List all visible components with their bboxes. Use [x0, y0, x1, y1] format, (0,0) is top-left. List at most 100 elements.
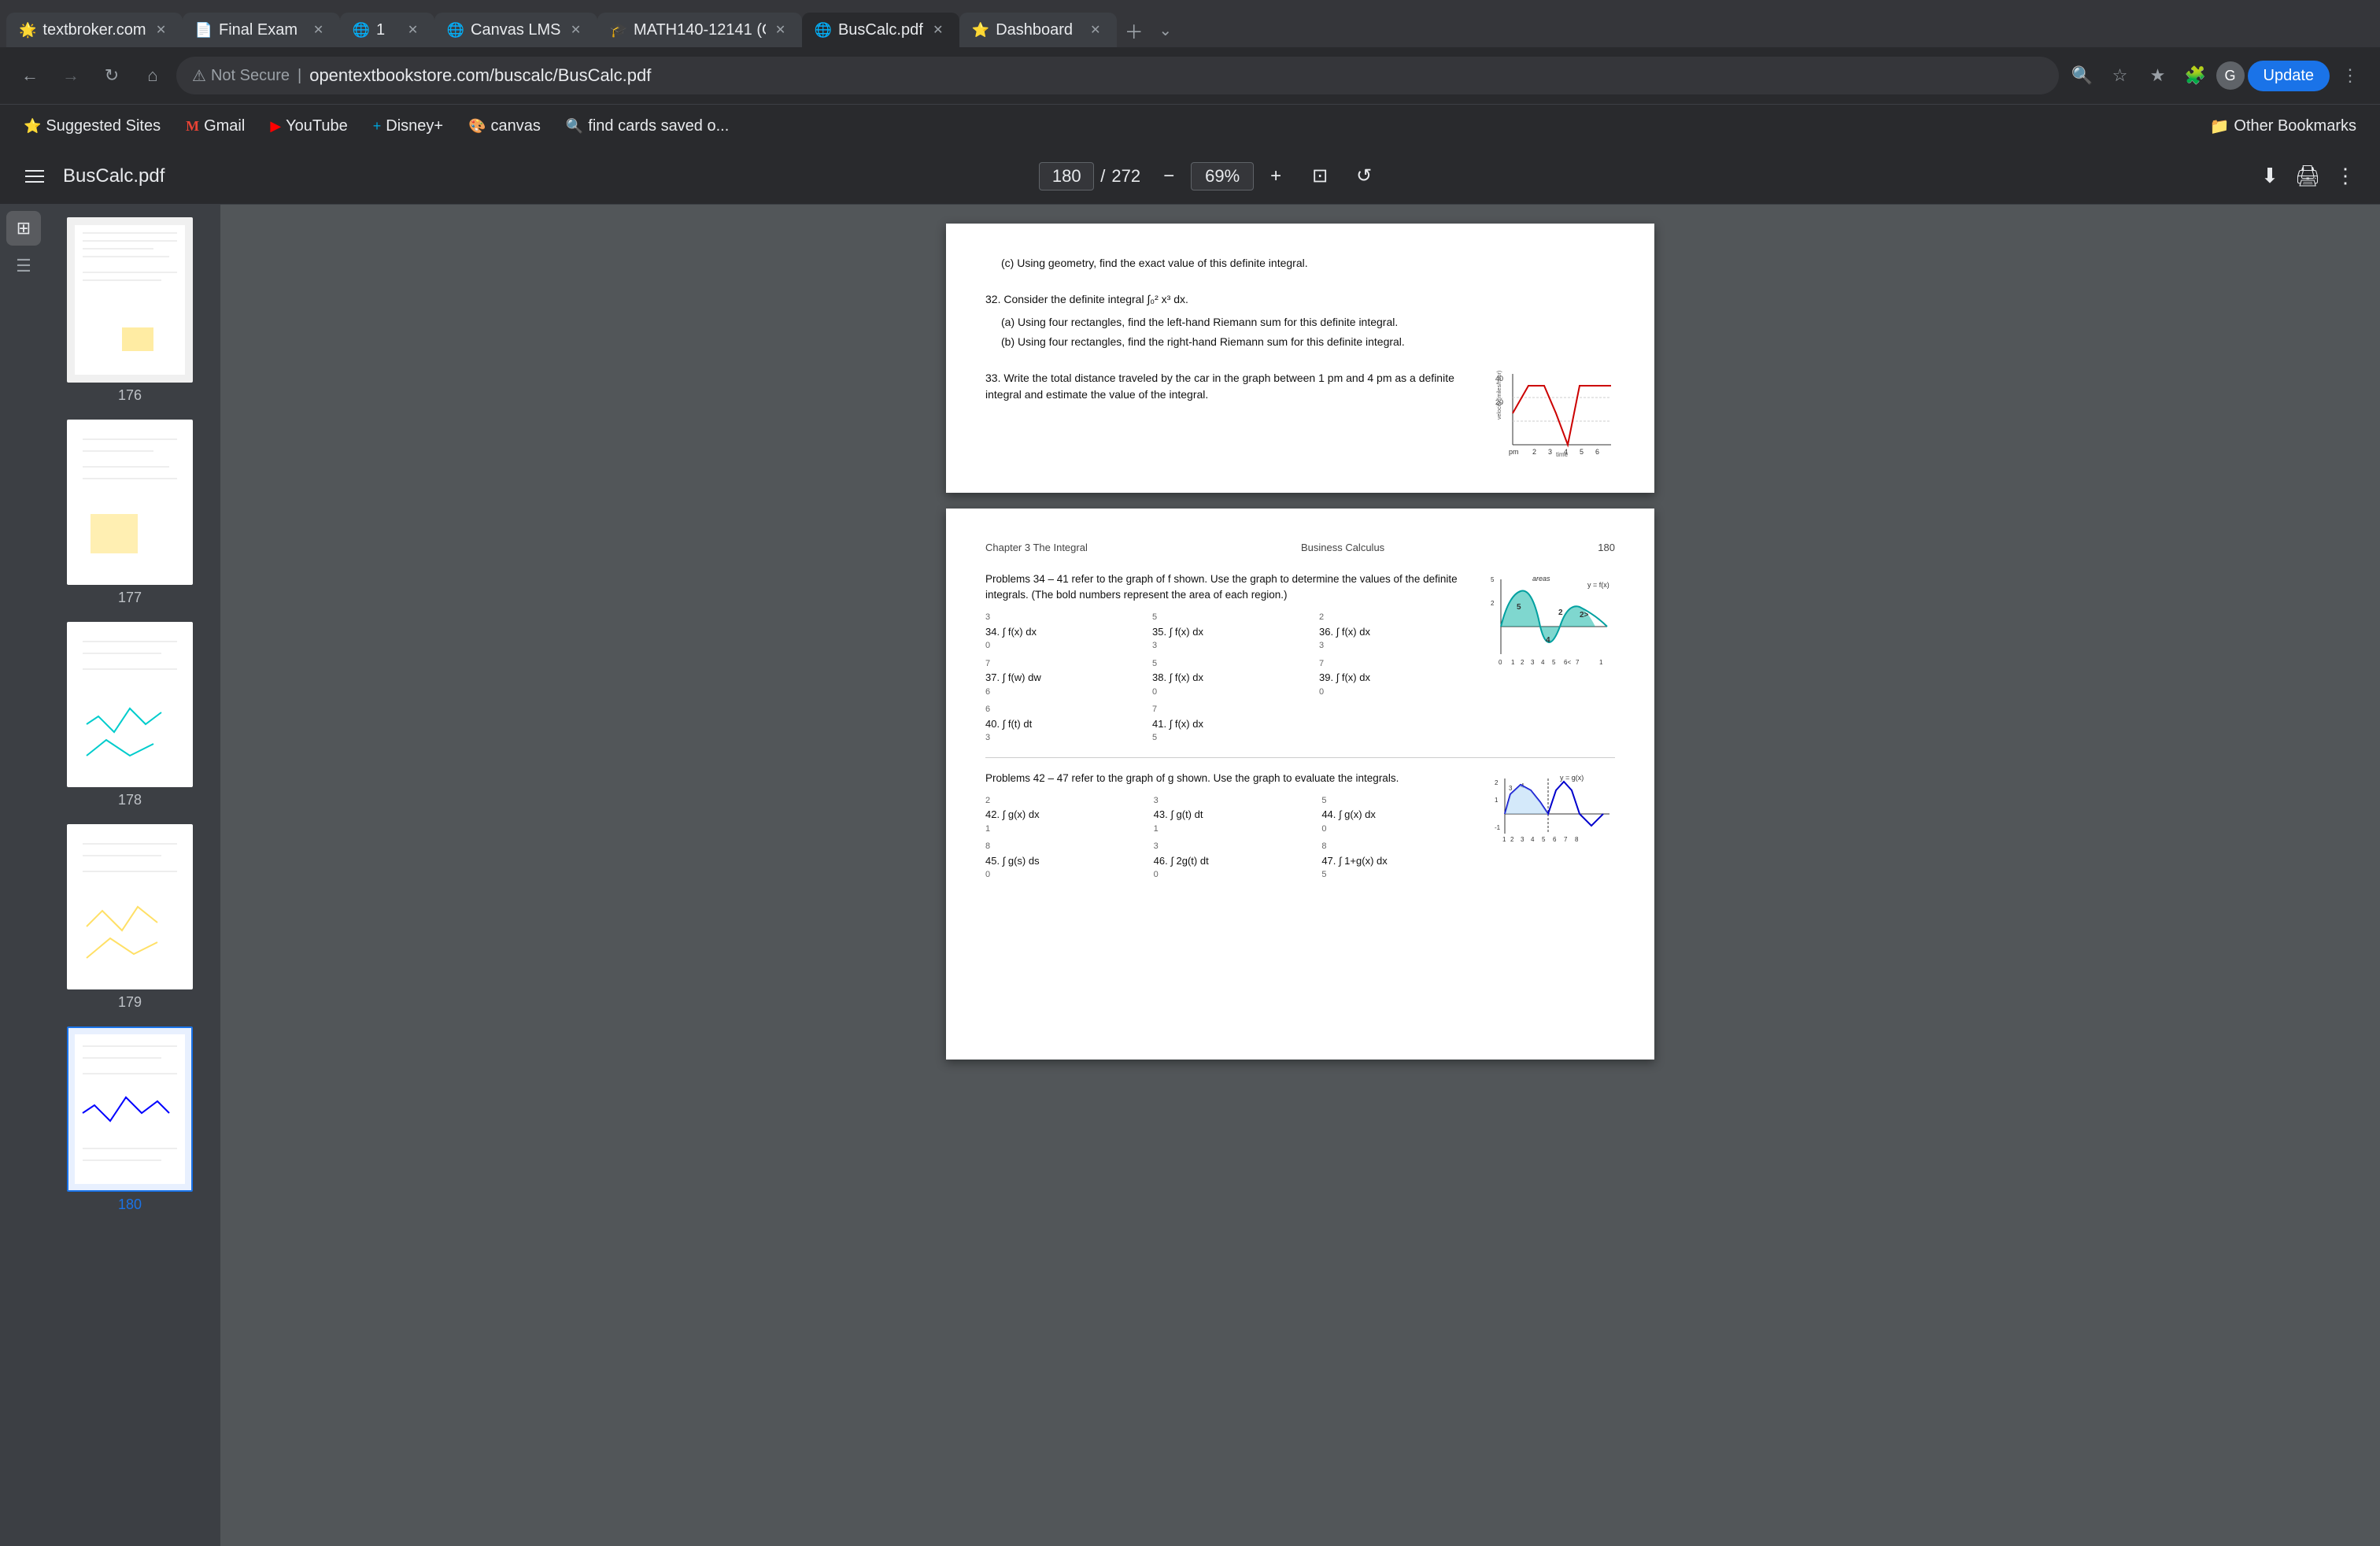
star-button[interactable]: ★	[2141, 58, 2175, 93]
more-options-button[interactable]: ⋮	[2330, 161, 2361, 192]
rotate-button[interactable]: ↺	[1348, 161, 1380, 192]
problems-42-47-grid: 2 42. ∫ g(x) dx 1 3 43. ∫ g(t) dt 1 5	[985, 794, 1477, 882]
svg-text:2: 2	[1495, 779, 1499, 786]
thumbnail-image-178	[67, 622, 193, 787]
forward-button[interactable]: →	[54, 58, 88, 93]
thumbnail-label-178: 178	[118, 792, 142, 808]
bookmark-label: Disney+	[386, 117, 443, 135]
profile-button[interactable]: G	[2216, 61, 2245, 90]
back-button[interactable]: ←	[13, 58, 47, 93]
svg-text:7: 7	[1576, 659, 1580, 666]
p32-integral: ∫₀² x³ dx.	[1147, 293, 1188, 305]
intro-42-47: Problems 42 – 47 refer to the graph of g…	[985, 771, 1477, 786]
home-button[interactable]: ⌂	[135, 58, 170, 93]
suggested-sites-icon: ⭐	[24, 118, 41, 135]
tab-textbroker[interactable]: 🌟 textbroker.com ✕	[6, 13, 183, 47]
tab-label: 1	[376, 21, 398, 39]
tab-math140[interactable]: 🎓 MATH140-12141 (ONL... ✕	[597, 13, 802, 47]
page-top-content: (c) Using geometry, find the exact value…	[985, 255, 1615, 461]
hamburger-line	[25, 181, 44, 183]
thumbnail-176[interactable]: 176	[67, 217, 193, 404]
svg-text:3: 3	[1521, 836, 1524, 843]
page-180-header: Chapter 3 The Integral Business Calculus…	[985, 540, 1615, 556]
tab-close-1[interactable]: ✕	[405, 21, 422, 39]
problem-45: 8 45. ∫ g(s) ds 0	[985, 840, 1141, 882]
svg-text:3: 3	[1531, 659, 1535, 666]
problem-39: 7 39. ∫ f(x) dx 0	[1319, 657, 1473, 699]
svg-text:2: 2	[1521, 659, 1524, 666]
bookmark-gmail[interactable]: M Gmail	[175, 113, 256, 140]
sidebar-toggle-button[interactable]	[19, 164, 50, 189]
page-number-input[interactable]	[1039, 162, 1094, 190]
problem-32-text: 32. Consider the definite integral ∫₀² x…	[985, 291, 1615, 308]
svg-text:y = g(x): y = g(x)	[1560, 774, 1584, 782]
velocity-graph: 40 20 pm 2	[1489, 370, 1615, 461]
svg-text:0: 0	[1499, 659, 1502, 666]
tab-close-canvas[interactable]: ✕	[567, 21, 585, 39]
extensions-button[interactable]: 🧩	[2179, 58, 2213, 93]
outline-view-button[interactable]: ☰	[6, 249, 41, 283]
thumbnail-image-176	[67, 217, 193, 383]
bookmark-canvas[interactable]: 🎨 canvas	[457, 113, 552, 140]
areas-graph-container: areas y = f(x) 5 4	[1489, 571, 1615, 745]
svg-text:2>: 2>	[1580, 611, 1589, 620]
problems-42-47-text: Problems 42 – 47 refer to the graph of g…	[985, 771, 1477, 882]
zoom-input[interactable]	[1191, 162, 1254, 190]
tab-close-math140[interactable]: ✕	[772, 21, 789, 39]
bookmark-star-button[interactable]: ☆	[2103, 58, 2138, 93]
tab-1[interactable]: 🌐 1 ✕	[340, 13, 434, 47]
bookmark-other[interactable]: 📁 Other Bookmarks	[2198, 112, 2367, 141]
svg-text:4: 4	[1546, 636, 1550, 645]
bookmark-disney[interactable]: + Disney+	[362, 113, 454, 140]
bookmark-findcards[interactable]: 🔍 find cards saved o...	[555, 113, 740, 140]
sidebar-icon-panel: ⊞ ☰	[0, 205, 47, 290]
tab-close-dashboard[interactable]: ✕	[1087, 21, 1104, 39]
tab-label: Dashboard	[996, 21, 1081, 39]
bookmark-youtube[interactable]: ▶ YouTube	[259, 113, 358, 140]
tab-overflow-button[interactable]: ⌄	[1151, 13, 1180, 47]
math140-icon: 🎓	[610, 22, 627, 39]
new-tab-button[interactable]: ＋	[1117, 13, 1151, 47]
fit-page-button[interactable]: ⊡	[1304, 161, 1336, 192]
download-button[interactable]: ⬇	[2254, 161, 2286, 192]
tab-dashboard[interactable]: ⭐ Dashboard ✕	[959, 13, 1117, 47]
velocity-graph-svg: 40 20 pm 2	[1489, 370, 1615, 457]
zoom-in-button[interactable]: +	[1260, 161, 1292, 192]
tab-label: textbroker.com	[42, 21, 146, 39]
tab-close-buscalc[interactable]: ✕	[929, 21, 947, 39]
thumbnail-179[interactable]: 179	[67, 824, 193, 1011]
zoom-out-button[interactable]: −	[1153, 161, 1184, 192]
problem-c: (c) Using geometry, find the exact value…	[1001, 255, 1615, 272]
thumbnail-image-177	[67, 420, 193, 585]
gmail-icon: M	[186, 118, 199, 135]
title-bar: 🌟 textbroker.com ✕ 📄 Final Exam ✕ 🌐 1 ✕ …	[0, 0, 2380, 47]
menu-button[interactable]: ⋮	[2333, 58, 2367, 93]
search-icon-btn[interactable]: 🔍	[2065, 58, 2100, 93]
address-bar[interactable]: ⚠ Not Secure | opentextbookstore.com/bus…	[176, 57, 2059, 94]
page-separator: /	[1100, 166, 1105, 187]
thumbnail-view-button[interactable]: ⊞	[6, 211, 41, 246]
not-secure-text: Not Secure	[211, 67, 290, 85]
canvas-icon: 🌐	[447, 22, 464, 39]
pdf-toolbar: BusCalc.pdf / 272 − + ⊡ ↺ ⬇ 🖨 ⋮	[0, 148, 2380, 205]
tab-close-textbroker[interactable]: ✕	[153, 21, 170, 39]
bookmark-label: find cards saved o...	[588, 117, 729, 135]
pdf-page-top: (c) Using geometry, find the exact value…	[946, 224, 1654, 493]
svg-text:6: 6	[1595, 448, 1599, 456]
tab-canvas[interactable]: 🌐 Canvas LMS ✕	[434, 13, 597, 47]
thumbnail-image-179	[67, 824, 193, 989]
tab-final-exam[interactable]: 📄 Final Exam ✕	[183, 13, 340, 47]
update-button[interactable]: Update	[2248, 61, 2330, 91]
thumbnail-177[interactable]: 177	[67, 420, 193, 606]
reload-button[interactable]: ↻	[94, 58, 129, 93]
pdf-pages-container[interactable]: (c) Using geometry, find the exact value…	[220, 205, 2380, 1546]
problem-36: 2 36. ∫ f(x) dx 3	[1319, 611, 1473, 653]
bookmark-suggested-sites[interactable]: ⭐ Suggested Sites	[13, 113, 172, 140]
bookmark-label: YouTube	[286, 117, 348, 135]
tab-close-final-exam[interactable]: ✕	[310, 21, 327, 39]
tab-buscalc[interactable]: 🌐 BusCalc.pdf ✕	[802, 13, 959, 47]
thumbnail-180[interactable]: 180	[67, 1026, 193, 1213]
p32-label: 32. Consider the definite integral	[985, 293, 1144, 305]
thumbnail-178[interactable]: 178	[67, 622, 193, 808]
print-button[interactable]: 🖨	[2292, 161, 2323, 192]
